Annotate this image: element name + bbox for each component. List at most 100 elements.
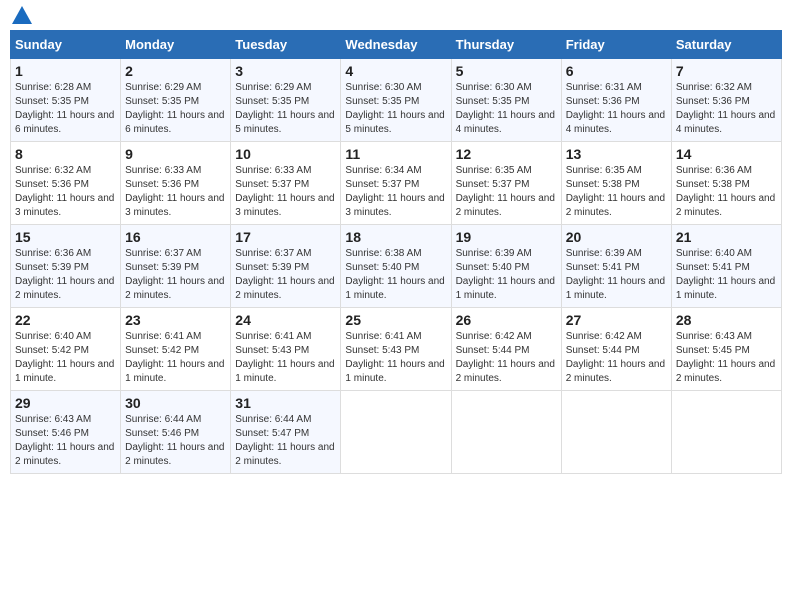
day-number: 6 <box>566 63 667 79</box>
column-header-monday: Monday <box>121 31 231 59</box>
day-number: 14 <box>676 146 777 162</box>
day-cell-18: 18 Sunrise: 6:38 AMSunset: 5:40 PMDaylig… <box>341 225 451 308</box>
day-number: 4 <box>345 63 446 79</box>
day-cell-17: 17 Sunrise: 6:37 AMSunset: 5:39 PMDaylig… <box>231 225 341 308</box>
day-cell-16: 16 Sunrise: 6:37 AMSunset: 5:39 PMDaylig… <box>121 225 231 308</box>
day-info: Sunrise: 6:37 AMSunset: 5:39 PMDaylight:… <box>235 248 334 301</box>
day-info: Sunrise: 6:30 AMSunset: 5:35 PMDaylight:… <box>456 82 555 135</box>
day-number: 25 <box>345 312 446 328</box>
day-cell-21: 21 Sunrise: 6:40 AMSunset: 5:41 PMDaylig… <box>671 225 781 308</box>
day-number: 18 <box>345 229 446 245</box>
calendar-table: SundayMondayTuesdayWednesdayThursdayFrid… <box>10 30 782 474</box>
day-info: Sunrise: 6:35 AMSunset: 5:37 PMDaylight:… <box>456 165 555 218</box>
empty-cell <box>561 391 671 474</box>
day-cell-10: 10 Sunrise: 6:33 AMSunset: 5:37 PMDaylig… <box>231 142 341 225</box>
day-cell-9: 9 Sunrise: 6:33 AMSunset: 5:36 PMDayligh… <box>121 142 231 225</box>
day-cell-31: 31 Sunrise: 6:44 AMSunset: 5:47 PMDaylig… <box>231 391 341 474</box>
day-info: Sunrise: 6:29 AMSunset: 5:35 PMDaylight:… <box>235 82 334 135</box>
empty-cell <box>341 391 451 474</box>
day-cell-29: 29 Sunrise: 6:43 AMSunset: 5:46 PMDaylig… <box>11 391 121 474</box>
day-cell-19: 19 Sunrise: 6:39 AMSunset: 5:40 PMDaylig… <box>451 225 561 308</box>
day-number: 26 <box>456 312 557 328</box>
day-info: Sunrise: 6:41 AMSunset: 5:42 PMDaylight:… <box>125 331 224 384</box>
day-info: Sunrise: 6:43 AMSunset: 5:46 PMDaylight:… <box>15 414 114 467</box>
day-cell-7: 7 Sunrise: 6:32 AMSunset: 5:36 PMDayligh… <box>671 59 781 142</box>
column-header-wednesday: Wednesday <box>341 31 451 59</box>
day-cell-6: 6 Sunrise: 6:31 AMSunset: 5:36 PMDayligh… <box>561 59 671 142</box>
day-info: Sunrise: 6:32 AMSunset: 5:36 PMDaylight:… <box>676 82 775 135</box>
day-info: Sunrise: 6:44 AMSunset: 5:46 PMDaylight:… <box>125 414 224 467</box>
day-cell-26: 26 Sunrise: 6:42 AMSunset: 5:44 PMDaylig… <box>451 308 561 391</box>
day-info: Sunrise: 6:33 AMSunset: 5:36 PMDaylight:… <box>125 165 224 218</box>
logo-icon <box>12 6 32 24</box>
day-number: 7 <box>676 63 777 79</box>
day-info: Sunrise: 6:36 AMSunset: 5:39 PMDaylight:… <box>15 248 114 301</box>
day-cell-30: 30 Sunrise: 6:44 AMSunset: 5:46 PMDaylig… <box>121 391 231 474</box>
day-info: Sunrise: 6:40 AMSunset: 5:41 PMDaylight:… <box>676 248 775 301</box>
day-cell-24: 24 Sunrise: 6:41 AMSunset: 5:43 PMDaylig… <box>231 308 341 391</box>
day-info: Sunrise: 6:39 AMSunset: 5:41 PMDaylight:… <box>566 248 665 301</box>
day-number: 1 <box>15 63 116 79</box>
day-info: Sunrise: 6:43 AMSunset: 5:45 PMDaylight:… <box>676 331 775 384</box>
day-number: 30 <box>125 395 226 411</box>
day-info: Sunrise: 6:41 AMSunset: 5:43 PMDaylight:… <box>345 331 444 384</box>
day-info: Sunrise: 6:31 AMSunset: 5:36 PMDaylight:… <box>566 82 665 135</box>
day-info: Sunrise: 6:38 AMSunset: 5:40 PMDaylight:… <box>345 248 444 301</box>
day-number: 22 <box>15 312 116 328</box>
calendar-week-2: 8 Sunrise: 6:32 AMSunset: 5:36 PMDayligh… <box>11 142 782 225</box>
day-info: Sunrise: 6:32 AMSunset: 5:36 PMDaylight:… <box>15 165 114 218</box>
day-number: 27 <box>566 312 667 328</box>
day-cell-11: 11 Sunrise: 6:34 AMSunset: 5:37 PMDaylig… <box>341 142 451 225</box>
calendar-week-1: 1 Sunrise: 6:28 AMSunset: 5:35 PMDayligh… <box>11 59 782 142</box>
day-cell-20: 20 Sunrise: 6:39 AMSunset: 5:41 PMDaylig… <box>561 225 671 308</box>
day-number: 5 <box>456 63 557 79</box>
day-cell-3: 3 Sunrise: 6:29 AMSunset: 5:35 PMDayligh… <box>231 59 341 142</box>
day-info: Sunrise: 6:28 AMSunset: 5:35 PMDaylight:… <box>15 82 114 135</box>
day-cell-22: 22 Sunrise: 6:40 AMSunset: 5:42 PMDaylig… <box>11 308 121 391</box>
day-number: 20 <box>566 229 667 245</box>
day-info: Sunrise: 6:34 AMSunset: 5:37 PMDaylight:… <box>345 165 444 218</box>
day-number: 29 <box>15 395 116 411</box>
day-info: Sunrise: 6:42 AMSunset: 5:44 PMDaylight:… <box>566 331 665 384</box>
day-number: 15 <box>15 229 116 245</box>
day-number: 3 <box>235 63 336 79</box>
column-header-thursday: Thursday <box>451 31 561 59</box>
day-number: 13 <box>566 146 667 162</box>
calendar-week-5: 29 Sunrise: 6:43 AMSunset: 5:46 PMDaylig… <box>11 391 782 474</box>
day-number: 17 <box>235 229 336 245</box>
day-number: 23 <box>125 312 226 328</box>
day-number: 10 <box>235 146 336 162</box>
day-info: Sunrise: 6:42 AMSunset: 5:44 PMDaylight:… <box>456 331 555 384</box>
day-number: 21 <box>676 229 777 245</box>
day-number: 9 <box>125 146 226 162</box>
day-info: Sunrise: 6:40 AMSunset: 5:42 PMDaylight:… <box>15 331 114 384</box>
day-number: 16 <box>125 229 226 245</box>
day-number: 2 <box>125 63 226 79</box>
day-cell-2: 2 Sunrise: 6:29 AMSunset: 5:35 PMDayligh… <box>121 59 231 142</box>
logo <box>10 10 32 24</box>
day-number: 28 <box>676 312 777 328</box>
day-cell-28: 28 Sunrise: 6:43 AMSunset: 5:45 PMDaylig… <box>671 308 781 391</box>
calendar-week-4: 22 Sunrise: 6:40 AMSunset: 5:42 PMDaylig… <box>11 308 782 391</box>
day-number: 31 <box>235 395 336 411</box>
day-number: 19 <box>456 229 557 245</box>
day-info: Sunrise: 6:39 AMSunset: 5:40 PMDaylight:… <box>456 248 555 301</box>
day-info: Sunrise: 6:33 AMSunset: 5:37 PMDaylight:… <box>235 165 334 218</box>
day-cell-15: 15 Sunrise: 6:36 AMSunset: 5:39 PMDaylig… <box>11 225 121 308</box>
day-info: Sunrise: 6:36 AMSunset: 5:38 PMDaylight:… <box>676 165 775 218</box>
day-info: Sunrise: 6:29 AMSunset: 5:35 PMDaylight:… <box>125 82 224 135</box>
day-cell-5: 5 Sunrise: 6:30 AMSunset: 5:35 PMDayligh… <box>451 59 561 142</box>
day-cell-8: 8 Sunrise: 6:32 AMSunset: 5:36 PMDayligh… <box>11 142 121 225</box>
day-number: 11 <box>345 146 446 162</box>
calendar-week-3: 15 Sunrise: 6:36 AMSunset: 5:39 PMDaylig… <box>11 225 782 308</box>
day-cell-13: 13 Sunrise: 6:35 AMSunset: 5:38 PMDaylig… <box>561 142 671 225</box>
day-cell-27: 27 Sunrise: 6:42 AMSunset: 5:44 PMDaylig… <box>561 308 671 391</box>
empty-cell <box>451 391 561 474</box>
day-info: Sunrise: 6:41 AMSunset: 5:43 PMDaylight:… <box>235 331 334 384</box>
day-number: 24 <box>235 312 336 328</box>
day-info: Sunrise: 6:37 AMSunset: 5:39 PMDaylight:… <box>125 248 224 301</box>
column-header-tuesday: Tuesday <box>231 31 341 59</box>
column-header-saturday: Saturday <box>671 31 781 59</box>
day-cell-12: 12 Sunrise: 6:35 AMSunset: 5:37 PMDaylig… <box>451 142 561 225</box>
day-number: 12 <box>456 146 557 162</box>
